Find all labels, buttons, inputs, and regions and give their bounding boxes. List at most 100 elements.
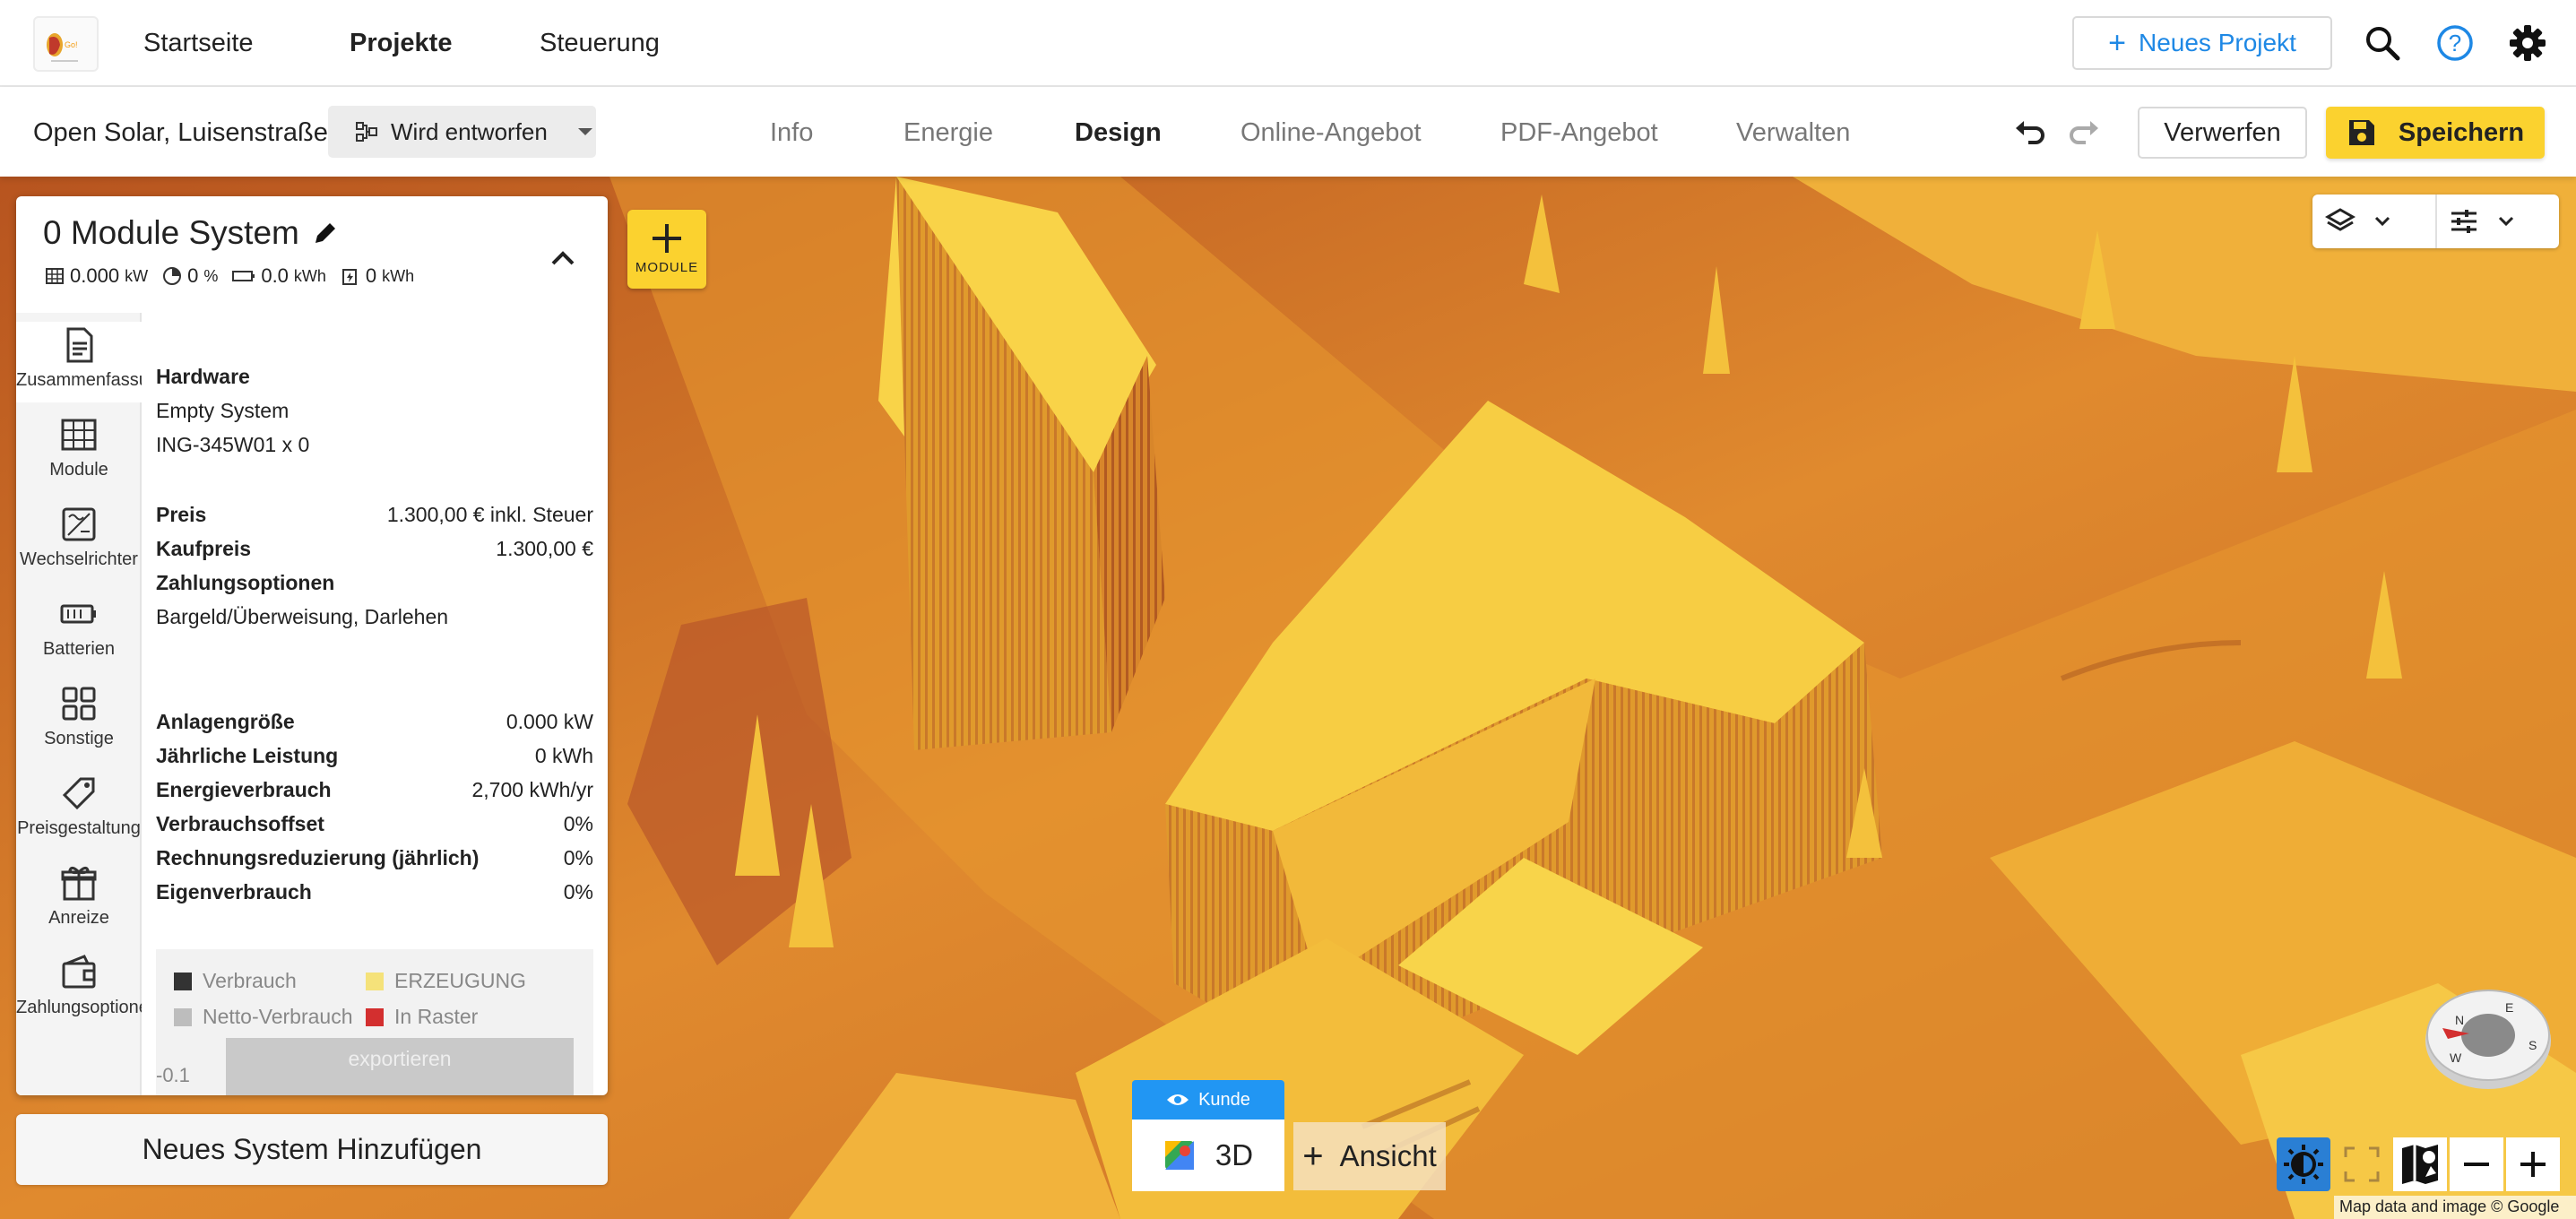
battery-icon — [232, 271, 255, 281]
fullscreen-icon[interactable] — [2335, 1137, 2389, 1191]
save-button[interactable]: Speichern — [2326, 107, 2545, 159]
sidenav-payment-options[interactable]: Zahlungsoptionen — [16, 949, 142, 1030]
sidenav-inverter[interactable]: Wechselrichter — [16, 501, 142, 582]
company-logo[interactable]: Go! — [33, 16, 99, 72]
legend-item: ERZEUGUNG — [366, 969, 526, 993]
gift-icon — [59, 863, 99, 903]
payment-value: Bargeld/Überweisung, Darlehen — [156, 605, 449, 628]
google-maps-icon — [1164, 1141, 1194, 1170]
svg-text:S: S — [2528, 1038, 2537, 1052]
nav-startseite[interactable]: Startseite — [143, 29, 254, 58]
metric-row: Verbrauchsoffset 0% — [156, 812, 593, 835]
floppy-disk-icon — [2348, 120, 2374, 145]
chart-axis-label: -0.1 — [156, 1064, 190, 1086]
redo-icon[interactable] — [2066, 114, 2102, 150]
system-panel: 0 Module System 0.000 kW 0% 0.0 kWh 0 kWh Z… — [16, 196, 608, 1095]
export-button[interactable]: exportieren — [226, 1038, 574, 1095]
hardware-heading: Hardware — [156, 365, 250, 388]
metric-row: Energieverbrauch 2,700 kWh/yr — [156, 778, 593, 801]
nav-steuerung[interactable]: Steuerung — [540, 29, 660, 58]
undo-icon[interactable] — [2012, 114, 2048, 150]
view-settings-dropdown[interactable] — [2449, 203, 2538, 239]
compass-icon[interactable]: N E S W — [2423, 985, 2554, 1091]
zoom-out-icon[interactable] — [2450, 1137, 2503, 1191]
pie-percent-icon — [163, 267, 182, 285]
project-status-dropdown[interactable]: Wird entworfen — [328, 106, 596, 158]
svg-text:E: E — [2505, 1000, 2513, 1015]
map-layers-control — [2312, 195, 2559, 248]
map-credits: Map data and image © Google — [2334, 1196, 2576, 1219]
solar-panel-icon — [59, 415, 99, 454]
workflow-icon — [356, 122, 377, 142]
sidenav-summary[interactable]: Zusammenfassung — [16, 322, 142, 402]
wallet-icon — [59, 953, 99, 992]
plus-icon: + — [1302, 1137, 1324, 1176]
chevron-down-icon — [2374, 216, 2390, 227]
legend-swatch — [366, 1007, 384, 1026]
new-project-button[interactable]: + Neues Projekt — [2072, 16, 2332, 70]
energy-bolt-icon — [341, 269, 357, 285]
search-icon[interactable] — [2363, 23, 2402, 63]
add-view-button[interactable]: + Ansicht — [1293, 1122, 1446, 1190]
tab-online-angebot[interactable]: Online-Angebot — [1240, 118, 1422, 148]
eye-icon — [1167, 1094, 1189, 1105]
metric-row: Eigenverbrauch 0% — [156, 880, 593, 903]
tab-design[interactable]: Design — [1075, 118, 1162, 148]
sidenav-incentives[interactable]: Anreize — [16, 860, 142, 940]
svg-text:Go!: Go! — [65, 40, 78, 49]
brightness-icon[interactable] — [2277, 1137, 2330, 1191]
chevron-down-icon — [577, 128, 592, 135]
metric-row: Jährliche Leistung 0 kWh — [156, 744, 593, 767]
project-toolbar: Open Solar, Luisenstraße Wird entworfen … — [0, 87, 2576, 177]
tab-pdf-angebot[interactable]: PDF-Angebot — [1500, 118, 1658, 148]
payment-heading: Zahlungsoptionen — [156, 571, 335, 594]
legend-swatch — [366, 972, 384, 990]
layers-dropdown[interactable] — [2325, 203, 2415, 239]
hardware-line: ING-345W01 x 0 — [156, 433, 310, 456]
chevron-down-icon — [2498, 216, 2514, 227]
project-name: Open Solar, Luisenstraße — [33, 118, 328, 147]
panel-grid-icon — [46, 268, 64, 284]
sidenav-other[interactable]: Sonstige — [16, 680, 142, 761]
legend-swatch — [174, 1007, 192, 1026]
legend-item: Verbrauch — [174, 969, 297, 993]
discard-button[interactable]: Verwerfen — [2138, 107, 2307, 159]
map-style-icon[interactable] — [2393, 1137, 2447, 1191]
collapse-chevron-up-icon[interactable] — [543, 239, 583, 279]
svg-text:N: N — [2455, 1013, 2464, 1027]
customer-view-tab[interactable]: Kunde — [1132, 1080, 1284, 1120]
legend-swatch — [174, 972, 192, 990]
metric-row: Anlagengröße 0.000 kW — [156, 710, 593, 733]
legend-item: In Raster — [366, 1005, 478, 1029]
legend-item: Netto-Verbrauch — [174, 1005, 352, 1029]
tab-verwalten[interactable]: Verwalten — [1736, 118, 1850, 148]
tab-info[interactable]: Info — [770, 118, 813, 148]
metric-row: Rechnungsreduzierung (jährlich) 0% — [156, 846, 593, 869]
inverter-icon — [59, 505, 99, 544]
top-navigation-bar: Go! Startseite Projekte Steuerung + Neue… — [0, 0, 2576, 87]
3d-view-button[interactable]: 3D — [1132, 1120, 1284, 1191]
sliders-icon — [2451, 210, 2477, 233]
system-stats: 0.000 kW 0% 0.0 kWh 0 kWh — [45, 264, 423, 288]
price-row: Preis 1.300,00 € inkl. Steuer — [156, 503, 593, 526]
sidenav-pricing[interactable]: Preisgestaltung — [16, 770, 142, 851]
tab-energie[interactable]: Energie — [903, 118, 993, 148]
plus-icon — [653, 224, 681, 253]
edit-pencil-icon[interactable] — [312, 220, 339, 246]
grid-squares-icon — [59, 684, 99, 723]
help-icon[interactable]: ? — [2435, 23, 2475, 63]
svg-text:W: W — [2450, 1050, 2462, 1065]
document-icon — [59, 325, 99, 365]
sidenav-batteries[interactable]: Batterien — [16, 591, 142, 671]
price-tag-icon — [59, 774, 99, 813]
system-side-nav: Zusammenfassung Module Wechselrichter Ba… — [16, 313, 142, 1095]
sidenav-module[interactable]: Module — [16, 411, 142, 492]
zoom-in-icon[interactable] — [2506, 1137, 2560, 1191]
nav-projekte[interactable]: Projekte — [350, 29, 452, 58]
settings-gear-icon[interactable] — [2508, 23, 2547, 63]
battery-icon — [59, 594, 99, 634]
add-system-button[interactable]: Neues System Hinzufügen — [16, 1114, 608, 1185]
purchase-price-row: Kaufpreis 1.300,00 € — [156, 537, 593, 560]
add-module-button[interactable]: MODULE — [627, 210, 706, 289]
svg-text:?: ? — [2449, 30, 2461, 56]
